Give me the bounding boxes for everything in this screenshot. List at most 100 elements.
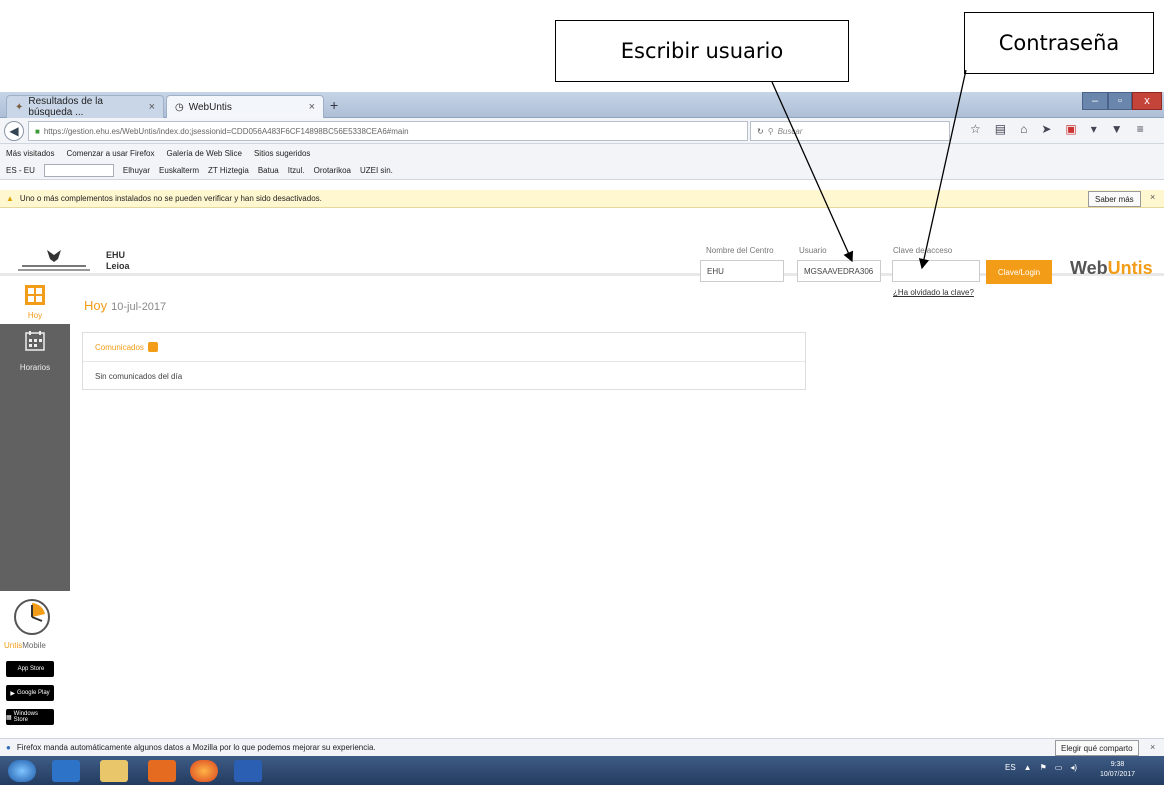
bookmarks-bar: Más visitados Comenzar a usar Firefox Ga… bbox=[0, 144, 1164, 162]
link-elhuyar[interactable]: Elhuyar bbox=[123, 166, 150, 175]
sidebar-item-schedule-label: Horarios bbox=[19, 363, 51, 372]
link-orotarikoa[interactable]: Orotarikoa bbox=[314, 166, 351, 175]
link-batua[interactable]: Batua bbox=[258, 166, 279, 175]
info-icon: ● bbox=[6, 743, 11, 752]
shield-icon[interactable]: ▼ bbox=[1111, 122, 1123, 136]
login-button[interactable]: Clave/Login bbox=[986, 260, 1052, 284]
untis-mobile-promo: UntisMobile App Store ▶ Google Play ▦ Wind… bbox=[0, 591, 70, 738]
word-icon[interactable] bbox=[234, 760, 262, 782]
news-empty-message: Sin comunicados del día bbox=[95, 371, 183, 381]
warning-icon: ▲ bbox=[6, 194, 14, 203]
tab-webuntis[interactable]: ◷ WebUntis × bbox=[166, 95, 324, 118]
page-date: 10-jul-2017 bbox=[111, 301, 167, 313]
data-notice-text: Firefox manda automáticamente algunos da… bbox=[16, 743, 376, 752]
center-label: Nombre del Centro bbox=[706, 246, 774, 255]
schedule-calendar-icon bbox=[25, 331, 45, 351]
dropdown-icon[interactable]: ▾ bbox=[1091, 122, 1097, 136]
language-selector[interactable]: ES - EU bbox=[6, 166, 35, 175]
maximize-icon[interactable]: ▫ bbox=[1108, 92, 1132, 110]
choose-share-button[interactable]: Elegir qué comparto bbox=[1055, 740, 1139, 756]
google-play-label: Google Play bbox=[16, 690, 50, 696]
volume-icon[interactable]: ◂) bbox=[1070, 763, 1077, 772]
mobile-suffix: Mobile bbox=[22, 641, 46, 650]
notice-close-icon[interactable]: × bbox=[1150, 192, 1155, 202]
username-field[interactable]: MGSAAVEDRA306 bbox=[797, 260, 881, 282]
bookmark-star-icon[interactable]: ☆ bbox=[970, 122, 981, 136]
taskbar-clock[interactable]: 9:38 10/07/2017 bbox=[1100, 760, 1135, 780]
url-bar[interactable]: ■ https://gestion.ehu.es/WebUntis/index.… bbox=[28, 121, 748, 141]
bookmark-most-visited[interactable]: Más visitados bbox=[6, 149, 54, 158]
window-close-icon[interactable]: x bbox=[1132, 92, 1162, 110]
bookmark-firefox-start[interactable]: Comenzar a usar Firefox bbox=[66, 149, 154, 158]
sidebar-item-today[interactable]: Hoy bbox=[0, 279, 70, 324]
flag-icon[interactable]: ⚑ bbox=[1040, 763, 1047, 772]
windows-icon: ▦ bbox=[6, 714, 12, 721]
page-title: Hoy 10-jul-2017 bbox=[84, 298, 166, 313]
link-zt-hiztegia[interactable]: ZT Hiztegia bbox=[208, 166, 249, 175]
password-field[interactable] bbox=[892, 260, 980, 282]
news-panel: Comunicados Sin comunicados del día bbox=[82, 332, 806, 390]
forgot-password-link[interactable]: ¿Ha olvidado la clave? bbox=[893, 288, 974, 297]
network-icon[interactable]: ▭ bbox=[1055, 763, 1063, 772]
user-label: Usuario bbox=[799, 246, 827, 255]
page-title-text: Hoy bbox=[84, 298, 108, 313]
system-tray: ES ▲ ⚑ ▭ ◂) bbox=[1005, 763, 1077, 772]
tab-close-icon[interactable]: × bbox=[149, 101, 155, 113]
tray-language[interactable]: ES bbox=[1005, 763, 1016, 772]
language-toolbar: ES - EU Elhuyar Euskalterm ZT Hiztegia B… bbox=[0, 162, 1164, 180]
file-explorer-icon[interactable] bbox=[100, 760, 128, 782]
media-player-icon[interactable] bbox=[148, 760, 176, 782]
bookmark-web-slice[interactable]: Galería de Web Slice bbox=[167, 149, 242, 158]
calendar-grid-icon bbox=[25, 285, 45, 305]
search-input[interactable]: ↻ ⚲ Buscar bbox=[750, 121, 950, 141]
ehu-logo bbox=[18, 250, 90, 271]
center-field[interactable]: EHU bbox=[700, 260, 784, 282]
data-notice-close-icon[interactable]: × bbox=[1150, 742, 1155, 752]
start-button-icon[interactable] bbox=[8, 760, 36, 782]
browser-tab-bar: ✦ Resultados de la búsqueda ... × ◷ WebU… bbox=[0, 92, 1164, 118]
sidebar-item-schedule[interactable]: Horarios bbox=[0, 327, 70, 377]
minimize-icon[interactable]: – bbox=[1082, 92, 1108, 110]
reload-icon[interactable]: ↻ bbox=[757, 127, 764, 136]
internet-explorer-icon[interactable] bbox=[52, 760, 80, 782]
rss-icon[interactable] bbox=[147, 342, 158, 352]
tab-search-results[interactable]: ✦ Resultados de la búsqueda ... × bbox=[6, 95, 164, 118]
new-tab-button[interactable]: + bbox=[330, 97, 338, 113]
link-uzei[interactable]: UZEI sin. bbox=[360, 166, 393, 175]
bookmarks-menu-icon[interactable]: ▤ bbox=[995, 122, 1006, 136]
back-arrow-icon[interactable]: ◀ bbox=[4, 121, 24, 141]
send-icon[interactable]: ➤ bbox=[1041, 122, 1051, 136]
mobile-prefix: Untis bbox=[4, 641, 23, 650]
app-store-badge[interactable]: App Store bbox=[6, 661, 54, 677]
tab-label: Resultados de la búsqueda ... bbox=[28, 96, 103, 118]
pocket-icon[interactable]: ▣ bbox=[1065, 122, 1076, 136]
learn-more-button[interactable]: Saber más bbox=[1088, 191, 1141, 207]
browser-nav-bar: ◀ ■ https://gestion.ehu.es/WebUntis/inde… bbox=[0, 118, 1164, 144]
tray-arrow-icon[interactable]: ▲ bbox=[1024, 763, 1032, 772]
annotation-username: Escribir usuario bbox=[555, 20, 849, 82]
link-itzul[interactable]: Itzul. bbox=[288, 166, 305, 175]
bookmark-suggested[interactable]: Sitios sugeridos bbox=[254, 149, 310, 158]
clock-favicon-icon: ◷ bbox=[175, 101, 184, 113]
link-euskalterm[interactable]: Euskalterm bbox=[159, 166, 199, 175]
windows-store-badge[interactable]: ▦ Windows Store bbox=[6, 709, 54, 725]
lock-icon: ■ bbox=[35, 126, 40, 136]
ehu-favicon-icon: ✦ bbox=[15, 101, 24, 113]
url-text: https://gestion.ehu.es/WebUntis/index.do… bbox=[43, 126, 409, 136]
search-placeholder: Buscar bbox=[777, 126, 803, 136]
firefox-icon[interactable] bbox=[190, 760, 218, 782]
home-icon[interactable]: ⌂ bbox=[1020, 122, 1027, 136]
news-header: Comunicados bbox=[83, 333, 805, 362]
dictionary-search-field[interactable] bbox=[43, 164, 114, 177]
google-play-badge[interactable]: ▶ Google Play bbox=[6, 685, 54, 701]
sidebar-item-today-label: Hoy bbox=[27, 311, 43, 320]
school-location: Leioa bbox=[106, 261, 130, 271]
clock-icon bbox=[14, 599, 50, 635]
news-title: Comunicados bbox=[95, 342, 144, 352]
app-store-label: App Store bbox=[17, 666, 45, 672]
school-name-block: EHU Leioa bbox=[106, 250, 130, 272]
tab-close-icon[interactable]: × bbox=[309, 101, 315, 113]
menu-icon[interactable]: ≡ bbox=[1137, 122, 1144, 136]
tab-label: WebUntis bbox=[188, 101, 232, 113]
windows-taskbar: ES ▲ ⚑ ▭ ◂) 9:38 10/07/2017 bbox=[0, 756, 1164, 785]
